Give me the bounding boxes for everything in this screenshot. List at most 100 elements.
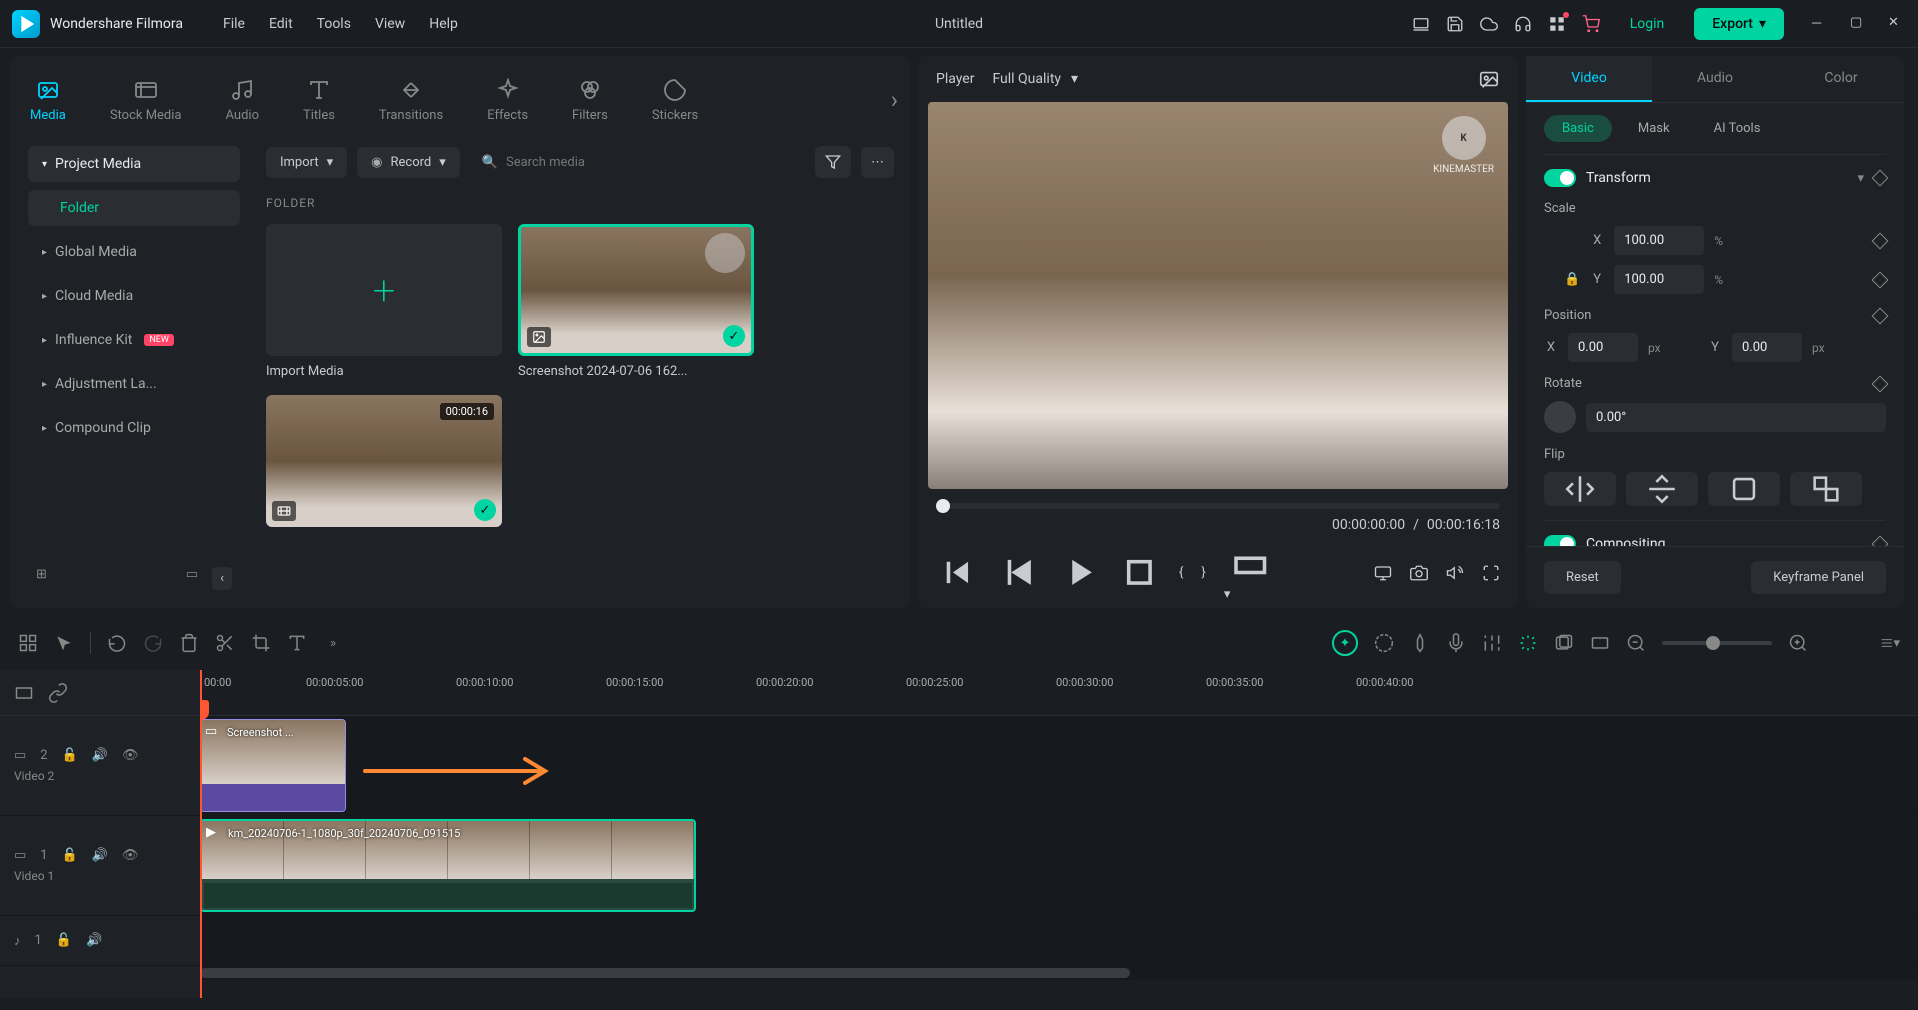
- keyframe-button[interactable]: [1872, 307, 1889, 324]
- tab-media[interactable]: Media: [22, 72, 74, 129]
- folder-icon[interactable]: ▭: [186, 567, 198, 590]
- close-button[interactable]: ✕: [1888, 15, 1906, 33]
- snapshot-button[interactable]: [1478, 68, 1500, 90]
- props-tab-color[interactable]: Color: [1778, 56, 1904, 102]
- clip-video[interactable]: km_20240706-1_1080p_30f_20240706_091515 …: [200, 819, 696, 912]
- play-button[interactable]: [1058, 551, 1101, 594]
- export-button[interactable]: Export▾: [1694, 8, 1784, 40]
- track-audio-1[interactable]: [200, 916, 1918, 966]
- track-options-button[interactable]: [1554, 633, 1574, 653]
- menu-help[interactable]: Help: [429, 16, 458, 32]
- stop-button[interactable]: [1118, 551, 1161, 594]
- sidebar-adjustment-layer[interactable]: ▸Adjustment La...: [28, 366, 240, 402]
- media-card-video[interactable]: 00:00:16 ✓: [266, 395, 502, 527]
- scrub-handle[interactable]: [936, 499, 950, 513]
- sidebar-cloud-media[interactable]: ▸Cloud Media: [28, 278, 240, 314]
- visibility-icon[interactable]: 👁: [122, 748, 139, 763]
- rotate-knob[interactable]: [1544, 401, 1576, 433]
- tabs-more-button[interactable]: ›: [891, 86, 898, 114]
- login-button[interactable]: Login: [1616, 10, 1679, 38]
- tab-audio[interactable]: Audio: [218, 72, 267, 129]
- sidebar-compound-clip[interactable]: ▸Compound Clip: [28, 410, 240, 446]
- search-box[interactable]: 🔍: [470, 147, 805, 178]
- redo-button[interactable]: [143, 633, 163, 653]
- chevron-down-icon[interactable]: ▾: [1857, 171, 1864, 186]
- search-input[interactable]: [506, 155, 793, 170]
- lock-icon[interactable]: 🔒: [1564, 272, 1580, 287]
- props-tab-video[interactable]: Video: [1526, 56, 1652, 102]
- undo-button[interactable]: [107, 633, 127, 653]
- crop-button[interactable]: [251, 633, 271, 653]
- cloud-icon[interactable]: [1480, 15, 1498, 33]
- cart-icon[interactable]: [1582, 15, 1600, 33]
- zoom-handle[interactable]: [1706, 636, 1720, 650]
- layout-icon[interactable]: [18, 633, 38, 653]
- display-button[interactable]: [1374, 564, 1392, 582]
- new-folder-icon[interactable]: ⊞: [36, 567, 47, 590]
- keyframe-button[interactable]: [1872, 536, 1889, 546]
- visibility-icon[interactable]: 👁: [122, 848, 139, 863]
- apps-icon[interactable]: [1548, 15, 1566, 33]
- collapse-sidebar-button[interactable]: ‹: [212, 567, 232, 590]
- mark-in-button[interactable]: {: [1179, 565, 1183, 580]
- split-button[interactable]: [215, 633, 235, 653]
- horizontal-scrollbar[interactable]: [200, 966, 1918, 980]
- zoom-slider[interactable]: [1662, 641, 1772, 645]
- cursor-icon[interactable]: [54, 633, 74, 653]
- flip-horizontal-button[interactable]: [1544, 472, 1616, 506]
- flip-option-4[interactable]: [1790, 472, 1862, 506]
- pos-x-input[interactable]: [1568, 333, 1638, 362]
- reset-button[interactable]: Reset: [1544, 561, 1621, 594]
- view-options-button[interactable]: ▾: [1880, 633, 1900, 653]
- clip-screenshot[interactable]: Screenshot ... ▭: [200, 719, 346, 812]
- minimize-button[interactable]: ─: [1812, 15, 1830, 33]
- voiceover-button[interactable]: [1446, 633, 1466, 653]
- rotate-input[interactable]: [1586, 403, 1886, 432]
- tab-titles[interactable]: Titles: [295, 72, 343, 129]
- import-dropdown[interactable]: Import▾: [266, 147, 347, 178]
- subtab-basic[interactable]: Basic: [1544, 115, 1612, 142]
- track-video-2[interactable]: Screenshot ... ▭: [200, 716, 1918, 816]
- flip-vertical-button[interactable]: [1626, 472, 1698, 506]
- quality-dropdown[interactable]: Full Quality▾: [992, 71, 1078, 87]
- mixer-button[interactable]: [1482, 633, 1502, 653]
- menu-file[interactable]: File: [223, 16, 245, 32]
- menu-tools[interactable]: Tools: [317, 16, 351, 32]
- playhead[interactable]: [200, 670, 202, 998]
- keyframe-button[interactable]: [1872, 170, 1889, 187]
- lock-icon[interactable]: 🔓: [62, 848, 78, 863]
- filter-icon[interactable]: [815, 146, 851, 178]
- speed-button[interactable]: [1374, 633, 1394, 653]
- tab-stock-media[interactable]: Stock Media: [102, 72, 190, 129]
- transform-toggle[interactable]: [1544, 169, 1576, 187]
- subtab-ai-tools[interactable]: AI Tools: [1696, 115, 1779, 142]
- mute-icon[interactable]: 🔊: [92, 848, 108, 863]
- menu-view[interactable]: View: [375, 16, 405, 32]
- player-viewport[interactable]: K KINEMASTER: [928, 102, 1508, 489]
- keyframe-panel-button[interactable]: Keyframe Panel: [1751, 561, 1886, 594]
- keyframe-button[interactable]: [1872, 271, 1889, 288]
- mute-icon[interactable]: 🔊: [92, 748, 108, 763]
- delete-button[interactable]: [179, 633, 199, 653]
- sidebar-influence-kit[interactable]: ▸Influence KitNEW: [28, 322, 240, 358]
- mark-out-button[interactable]: }: [1201, 565, 1205, 580]
- record-dropdown[interactable]: ◉Record▾: [357, 147, 460, 178]
- subtab-mask[interactable]: Mask: [1620, 115, 1688, 142]
- render-button[interactable]: [1518, 633, 1538, 653]
- clip-options-button[interactable]: ▾: [1224, 544, 1277, 602]
- more-options-icon[interactable]: ⋯: [861, 147, 894, 178]
- maximize-button[interactable]: ▢: [1850, 15, 1868, 33]
- scale-y-input[interactable]: [1614, 265, 1704, 294]
- media-card-screenshot[interactable]: ✓ Screenshot 2024-07-06 162...: [518, 224, 754, 379]
- compositing-toggle[interactable]: [1544, 535, 1576, 546]
- scrollbar-thumb[interactable]: [200, 968, 1130, 978]
- link-icon[interactable]: [48, 683, 68, 703]
- save-icon[interactable]: [1446, 15, 1464, 33]
- track-header-video-2[interactable]: ▭2 🔓 🔊 👁 Video 2: [0, 716, 200, 816]
- more-tools-button[interactable]: »: [323, 633, 343, 653]
- aspect-button[interactable]: [1590, 633, 1610, 653]
- tab-filters[interactable]: Filters: [564, 72, 616, 129]
- zoom-out-button[interactable]: [1626, 633, 1646, 653]
- tab-effects[interactable]: Effects: [479, 72, 536, 129]
- text-button[interactable]: [287, 633, 307, 653]
